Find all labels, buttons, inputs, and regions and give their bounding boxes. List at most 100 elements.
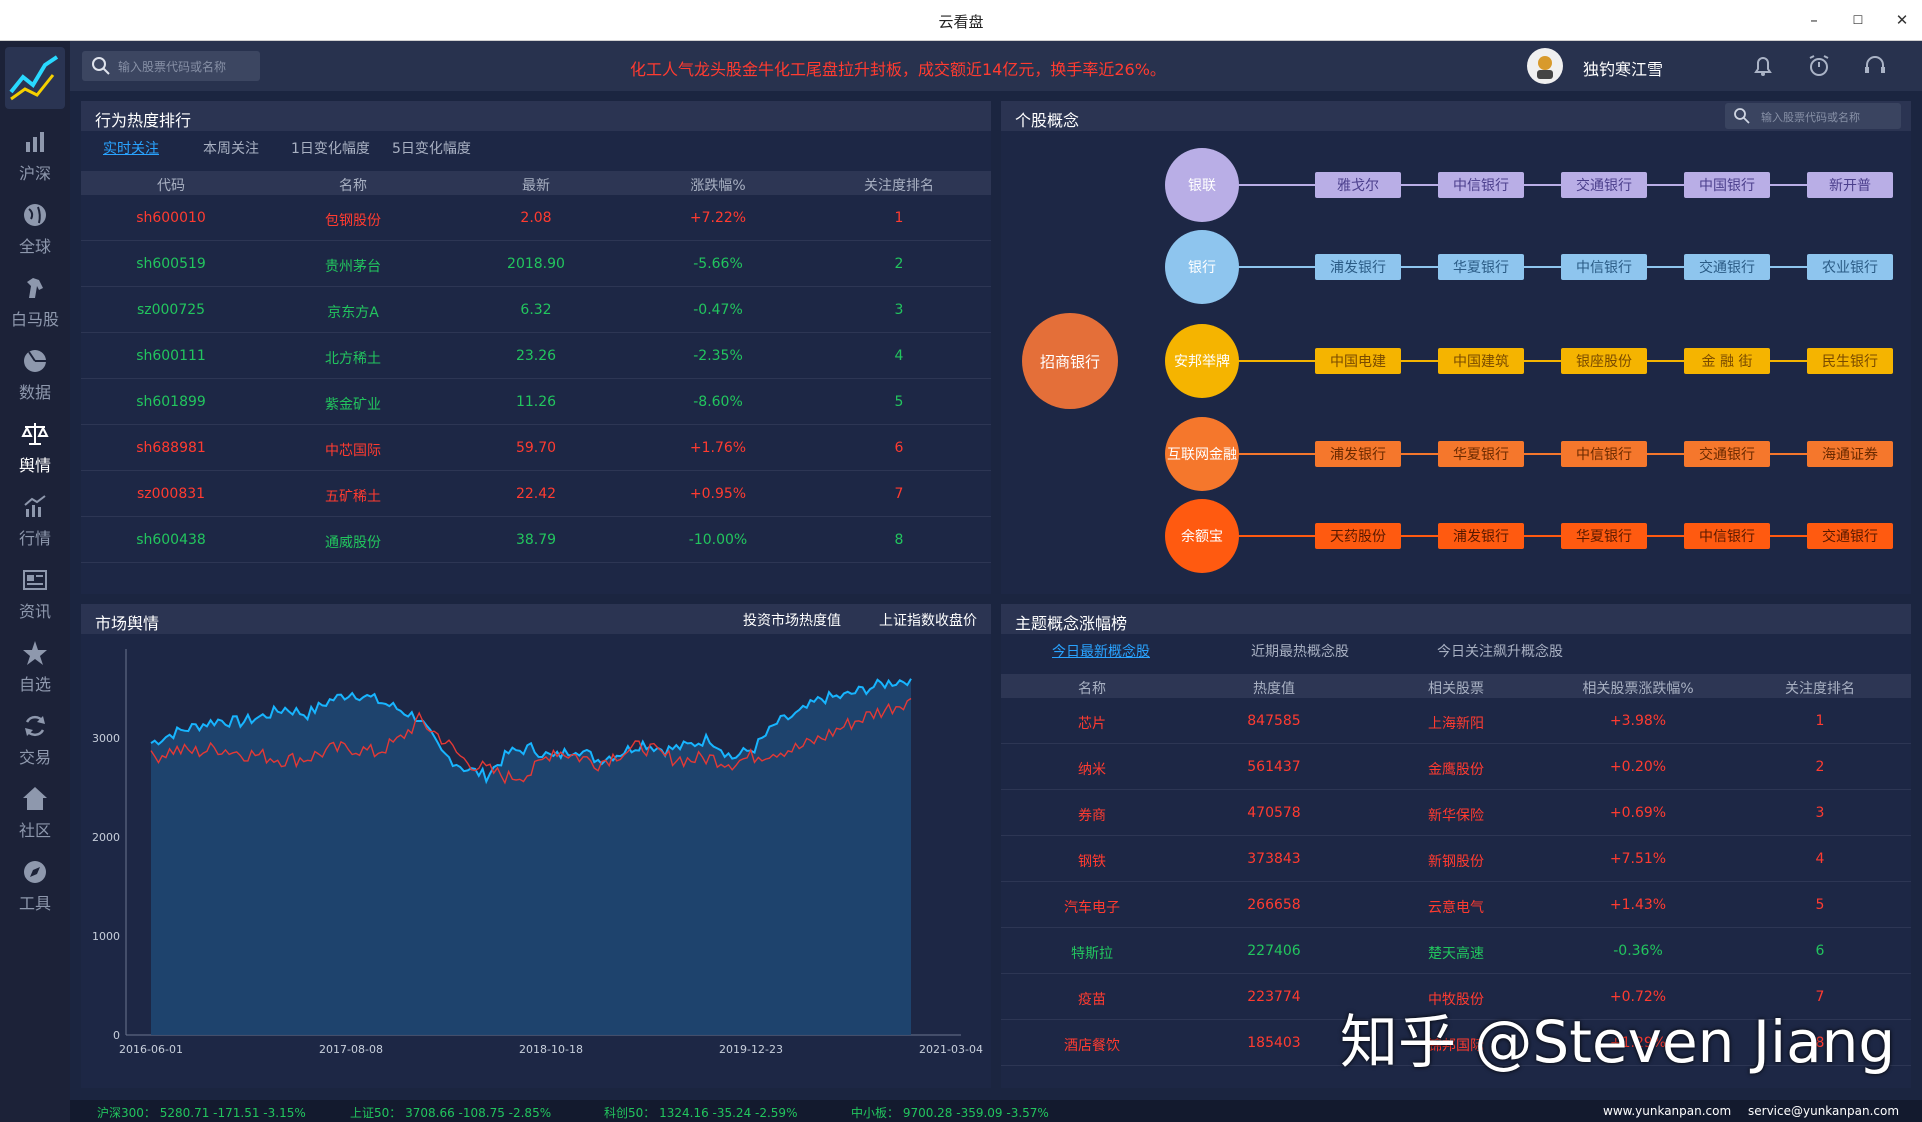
tab-5day[interactable]: 5日变化幅度 (392, 138, 471, 158)
sidebar-item-3[interactable]: 数据 (0, 347, 70, 407)
site-link[interactable]: www.yunkanpan.com (1603, 1104, 1731, 1118)
cell-name: 酒店餐饮 (1064, 1038, 1120, 1054)
tab-today-new[interactable]: 今日最新概念股 (1052, 641, 1150, 661)
concept-stock-chip[interactable]: 中信银行 (1561, 441, 1647, 467)
sidebar-item-6[interactable]: 资讯 (0, 566, 70, 626)
col-code[interactable]: 代码 (157, 175, 185, 195)
col-change[interactable]: 涨跌幅% (690, 175, 745, 195)
concept-stock-chip[interactable]: 中信银行 (1438, 172, 1524, 198)
table-row[interactable]: sh688981 中芯国际 59.70 +1.76% 6 (81, 425, 991, 471)
stock-search-input[interactable]: 输入股票代码或名称 (82, 51, 260, 81)
concept-stock-chip[interactable]: 金 融 街 (1684, 348, 1770, 374)
email-link[interactable]: service@yunkanpan.com (1748, 1104, 1899, 1118)
concept-stock-chip[interactable]: 农业银行 (1807, 254, 1893, 280)
col-rank[interactable]: 关注度排名 (864, 175, 934, 195)
sidebar-item-2[interactable]: 白马股 (0, 274, 70, 334)
concept-center-node[interactable]: 招商银行 (1022, 313, 1118, 409)
col-name[interactable]: 名称 (339, 175, 367, 195)
legend-heat[interactable]: 投资市场热度值 (743, 610, 841, 630)
table-row[interactable]: sh600519 贵州茅台 2018.90 -5.66% 2 (81, 241, 991, 287)
concept-stock-chip[interactable]: 华夏银行 (1438, 254, 1524, 280)
legend-index[interactable]: 上证指数收盘价 (879, 610, 977, 630)
concept-stock-chip[interactable]: 浦发银行 (1315, 441, 1401, 467)
sidebar-item-0[interactable]: 沪深 (0, 128, 70, 188)
sidebar-item-9[interactable]: 社区 (0, 785, 70, 845)
concept-stock-chip[interactable]: 浦发银行 (1438, 523, 1524, 549)
table-row[interactable]: 券商 470578 新华保险 +0.69% 3 (1001, 790, 1911, 836)
concept-stock-chip[interactable]: 中国电建 (1315, 348, 1401, 374)
sidebar-item-label: 交易 (18, 748, 51, 767)
concept-node[interactable]: 安邦举牌 (1165, 324, 1239, 398)
news-ticker[interactable]: 化工人气龙头股金牛化工尾盘拉升封板，成交额近14亿元，换手率近26%。 (630, 56, 1166, 80)
table-row[interactable]: 钢铁 373843 新钢股份 +7.51% 4 (1001, 836, 1911, 882)
x-tick-label: 2021-03-04 (919, 1043, 983, 1056)
concept-node[interactable]: 银联 (1165, 148, 1239, 222)
concept-stock-chip[interactable]: 雅戈尔 (1315, 172, 1401, 198)
sidebar-item-1[interactable]: 全球 (0, 201, 70, 261)
concept-stock-chip[interactable]: 中国银行 (1684, 172, 1770, 198)
table-row[interactable]: 汽车电子 266658 云意电气 +1.43% 5 (1001, 882, 1911, 928)
concept-stock-chip[interactable]: 华夏银行 (1561, 523, 1647, 549)
search-icon (92, 57, 110, 75)
index-sme[interactable]: 中小板： 9700.28 -359.09 -3.57% (851, 1104, 1049, 1121)
headset-icon[interactable] (1862, 53, 1888, 79)
tab-1day[interactable]: 1日变化幅度 (291, 138, 370, 158)
concept-stock-chip[interactable]: 浦发银行 (1315, 254, 1401, 280)
table-row[interactable]: sh600111 北方稀土 23.26 -2.35% 4 (81, 333, 991, 379)
tab-today-rise[interactable]: 今日关注飙升概念股 (1437, 641, 1563, 661)
col-heat[interactable]: 热度值 (1253, 678, 1295, 698)
table-row[interactable]: 纳米 561437 金鹰股份 +0.20% 2 (1001, 744, 1911, 790)
concept-stock-chip[interactable]: 交通银行 (1684, 254, 1770, 280)
close-button[interactable]: ✕ (1887, 6, 1917, 34)
table-row[interactable]: sz000725 京东方A 6.32 -0.47% 3 (81, 287, 991, 333)
concept-stock-chip[interactable]: 新开普 (1807, 172, 1893, 198)
concept-stock-chip[interactable]: 海通证券 (1807, 441, 1893, 467)
table-row[interactable]: sz000831 五矿稀土 22.42 +0.95% 7 (81, 471, 991, 517)
concept-stock-chip[interactable]: 中信银行 (1561, 254, 1647, 280)
col-price[interactable]: 最新 (522, 175, 550, 195)
concept-node[interactable]: 余额宝 (1165, 499, 1239, 573)
table-row[interactable]: 芯片 847585 上海新阳 +3.98% 1 (1001, 698, 1911, 744)
concept-node[interactable]: 互联网金融 (1165, 417, 1239, 491)
table-row[interactable]: sh600438 通威股份 38.79 -10.00% 8 (81, 517, 991, 563)
sidebar-item-4[interactable]: 舆情 (0, 420, 70, 480)
concept-stock-chip[interactable]: 交通银行 (1807, 523, 1893, 549)
sidebar-item-8[interactable]: 交易 (0, 712, 70, 772)
cell-code: sh600111 (136, 348, 206, 364)
index-sz50[interactable]: 上证50： 3708.66 -108.75 -2.85% (350, 1104, 551, 1121)
concept-node[interactable]: 银行 (1165, 230, 1239, 304)
user-avatar[interactable] (1527, 48, 1563, 84)
bell-icon[interactable] (1750, 53, 1776, 79)
col-stock-change[interactable]: 相关股票涨跌幅% (1582, 678, 1693, 698)
concept-stock-chip[interactable]: 交通银行 (1684, 441, 1770, 467)
table-row[interactable]: sh601899 紫金矿业 11.26 -8.60% 5 (81, 379, 991, 425)
concept-stock-chip[interactable]: 民生银行 (1807, 348, 1893, 374)
sidebar-item-7[interactable]: 自选 (0, 639, 70, 699)
cell-chg: +3.98% (1609, 713, 1667, 729)
username[interactable]: 独钓寒江雪 (1583, 56, 1663, 80)
concept-stock-chip[interactable]: 交通银行 (1561, 172, 1647, 198)
index-kc50[interactable]: 科创50： 1324.16 -35.24 -2.59% (604, 1104, 797, 1121)
concept-stock-chip[interactable]: 华夏银行 (1438, 441, 1524, 467)
sidebar-item-5[interactable]: 行情 (0, 493, 70, 553)
col-name[interactable]: 名称 (1078, 678, 1106, 698)
cell-chg: +1.76% (689, 440, 747, 456)
minimize-button[interactable]: – (1799, 6, 1829, 34)
col-stock[interactable]: 相关股票 (1428, 678, 1484, 698)
concept-stock-chip[interactable]: 银座股份 (1561, 348, 1647, 374)
app-logo[interactable] (5, 47, 65, 109)
index-hs300[interactable]: 沪深300： 5280.71 -171.51 -3.15% (97, 1104, 306, 1121)
alarm-clock-icon[interactable] (1806, 53, 1832, 79)
col-rank[interactable]: 关注度排名 (1785, 678, 1855, 698)
concept-stock-chip[interactable]: 中国建筑 (1438, 348, 1524, 374)
sidebar-item-10[interactable]: 工具 (0, 858, 70, 918)
table-row[interactable]: 特斯拉 227406 楚天高速 -0.36% 6 (1001, 928, 1911, 974)
tab-realtime[interactable]: 实时关注 (103, 138, 159, 158)
tab-week[interactable]: 本周关注 (203, 138, 259, 158)
market-chart[interactable]: 0 1000 2000 3000 2016-06-01 2017-08-08 2018-10… (81, 634, 991, 1088)
concept-stock-chip[interactable]: 天药股份 (1315, 523, 1401, 549)
maximize-button[interactable]: ☐ (1843, 6, 1873, 34)
concept-stock-chip[interactable]: 中信银行 (1684, 523, 1770, 549)
table-row[interactable]: sh600010 包钢股份 2.08 +7.22% 1 (81, 195, 991, 241)
tab-recent-hot[interactable]: 近期最热概念股 (1251, 641, 1349, 661)
